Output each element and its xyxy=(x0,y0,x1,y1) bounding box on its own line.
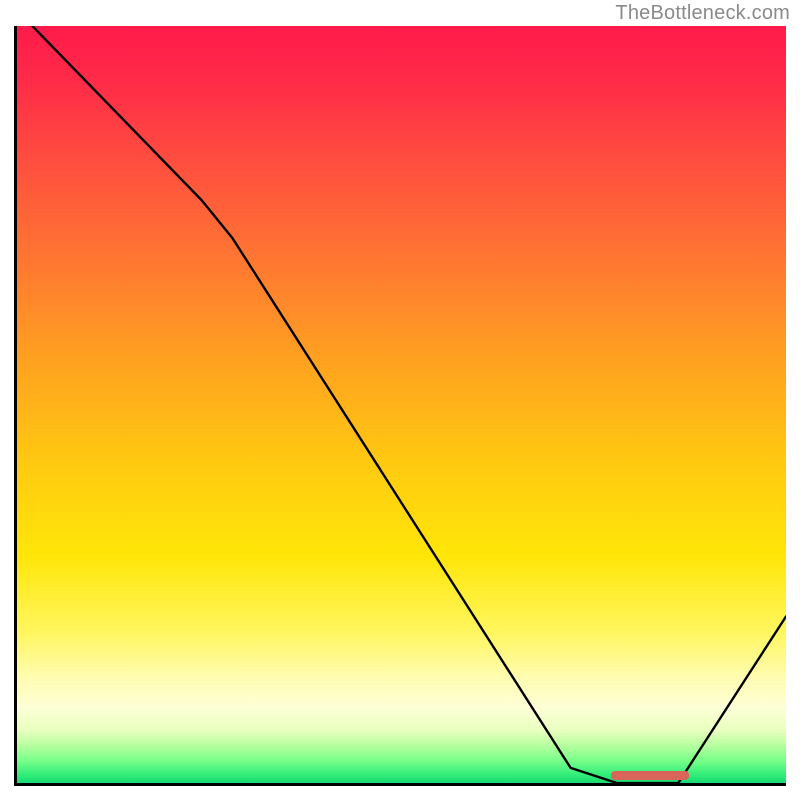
attribution-text: TheBottleneck.com xyxy=(615,2,790,25)
chart-container: TheBottleneck.com xyxy=(0,0,800,800)
optimal-range-marker xyxy=(611,771,688,780)
plot-area xyxy=(14,26,786,786)
bottleneck-curve xyxy=(17,26,786,783)
